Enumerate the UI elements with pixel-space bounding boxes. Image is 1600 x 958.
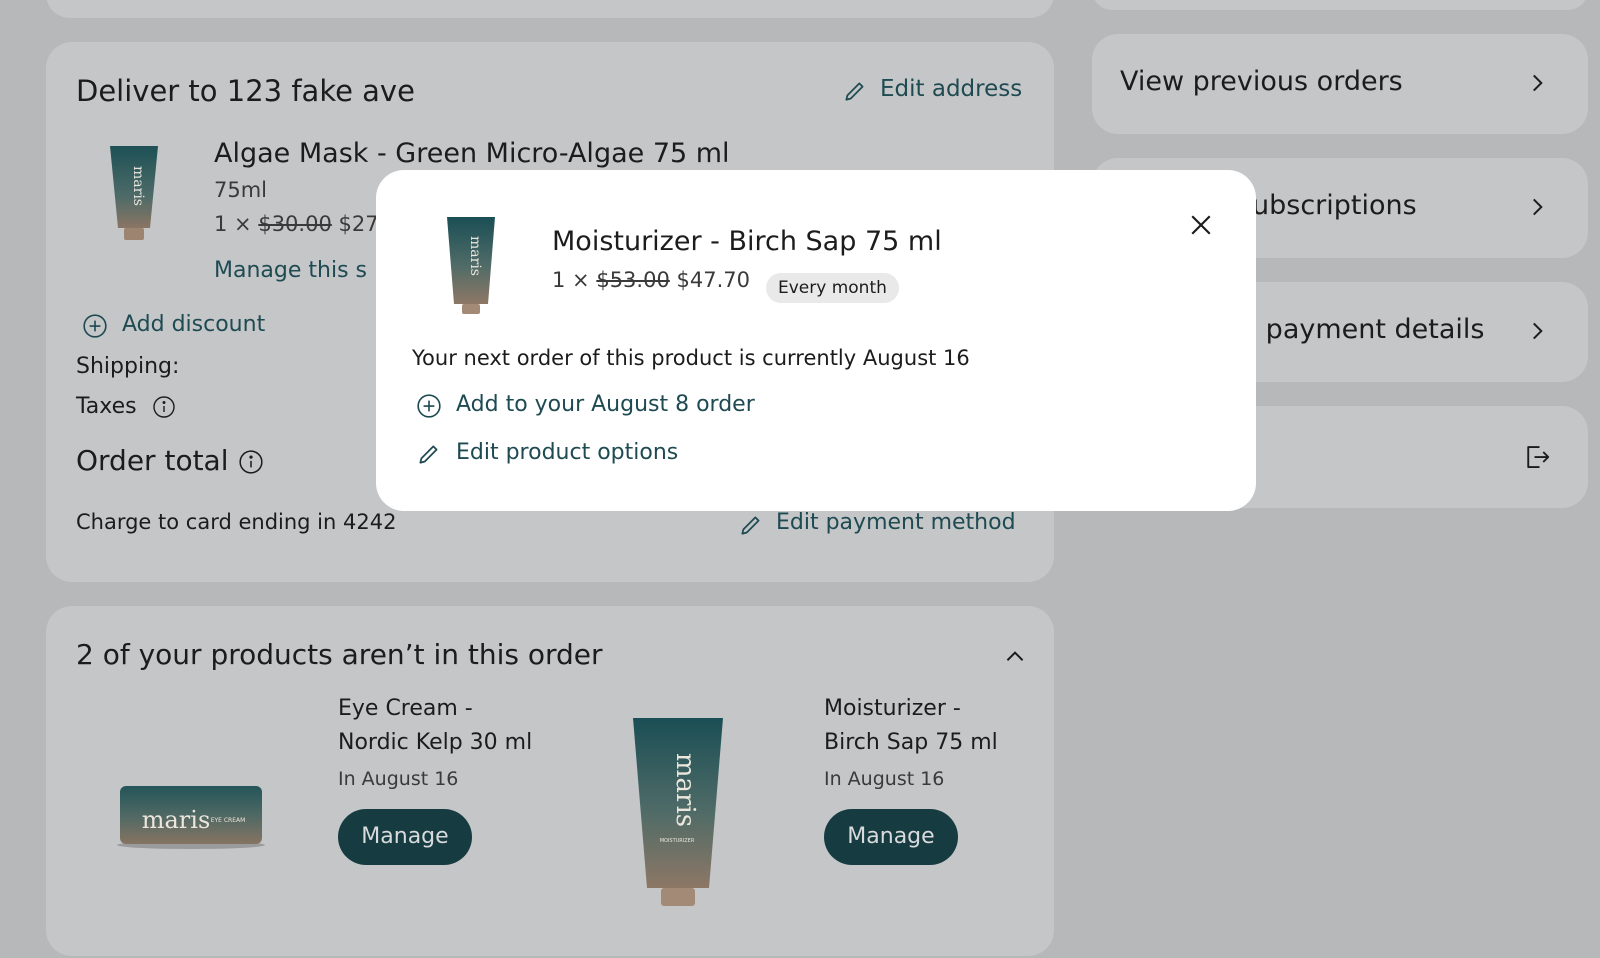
order-total-label: Order total (76, 444, 263, 477)
eye-cream-image: maris EYE CREAM (116, 782, 266, 856)
top-card-right-partial (1092, 0, 1588, 10)
item-name: Algae Mask - Green Micro-Algae 75 ml (214, 138, 730, 169)
svg-text:maris: maris (142, 806, 211, 834)
chevron-right-icon (1524, 318, 1550, 344)
missing-products-title: 2 of your products aren’t in this order (76, 638, 603, 671)
svg-text:maris: maris (670, 753, 700, 827)
svg-text:maris: maris (130, 166, 146, 206)
close-icon[interactable] (1186, 210, 1216, 240)
moisturizer-image: maris MOISTURIZER (631, 716, 725, 916)
shipping-label: Shipping: (76, 354, 180, 379)
item-size: 75ml (214, 178, 268, 202)
pencil-icon (416, 441, 442, 467)
product-2-date: In August 16 (824, 768, 945, 790)
modal-product-name: Moisturizer - Birch Sap 75 ml (552, 226, 942, 257)
pencil-icon (738, 512, 764, 538)
product-2-name-line1: Moisturizer - (824, 696, 961, 721)
product-1-name-line2: Nordic Kelp 30 ml (338, 730, 533, 755)
plus-circle-icon (416, 393, 442, 419)
algae-mask-thumbnail: maris (108, 142, 160, 250)
view-previous-orders-item[interactable]: View previous orders (1092, 34, 1588, 134)
charge-text: Charge to card ending in 4242 (76, 510, 397, 534)
product-modal: maris Moisturizer - Birch Sap 75 ml 1 × … (376, 170, 1256, 511)
item-price-line: 1 × $30.00 $27 (214, 212, 379, 236)
modal-price-line: 1 × $53.00 $47.70 (552, 268, 750, 292)
payment-details-label: ; payment details (1248, 314, 1485, 345)
chevron-right-icon (1524, 194, 1550, 220)
plus-circle-icon (82, 313, 108, 339)
pencil-icon (842, 78, 868, 104)
chevron-right-icon (1524, 70, 1550, 96)
manage-subscription-link[interactable]: Manage this s (214, 258, 367, 283)
product-1-name-line1: Eye Cream - (338, 696, 473, 721)
next-order-text: Your next order of this product is curre… (412, 346, 970, 370)
logout-icon (1522, 442, 1552, 472)
svg-text:MOISTURIZER: MOISTURIZER (660, 838, 695, 844)
svg-text:EYE CREAM: EYE CREAM (211, 817, 246, 824)
info-icon[interactable] (152, 395, 176, 419)
manage-button[interactable]: Manage (824, 809, 958, 865)
product-2-name-line2: Birch Sap 75 ml (824, 730, 998, 755)
delivery-title: Deliver to 123 fake ave (76, 74, 415, 108)
product-1-date: In August 16 (338, 768, 459, 790)
manage-button[interactable]: Manage (338, 809, 472, 865)
view-previous-orders-label: View previous orders (1120, 66, 1403, 97)
missing-products-card: 2 of your products aren’t in this order … (46, 606, 1054, 956)
frequency-badge: Every month (766, 273, 899, 303)
modal-product-image: maris (446, 216, 496, 320)
top-card-left-partial (46, 0, 1054, 18)
taxes-label: Taxes (76, 394, 175, 419)
svg-text:maris: maris (467, 236, 483, 276)
info-icon[interactable] (238, 449, 264, 475)
subscriptions-label: ubscriptions (1252, 190, 1417, 221)
chevron-up-icon[interactable] (1002, 644, 1028, 670)
